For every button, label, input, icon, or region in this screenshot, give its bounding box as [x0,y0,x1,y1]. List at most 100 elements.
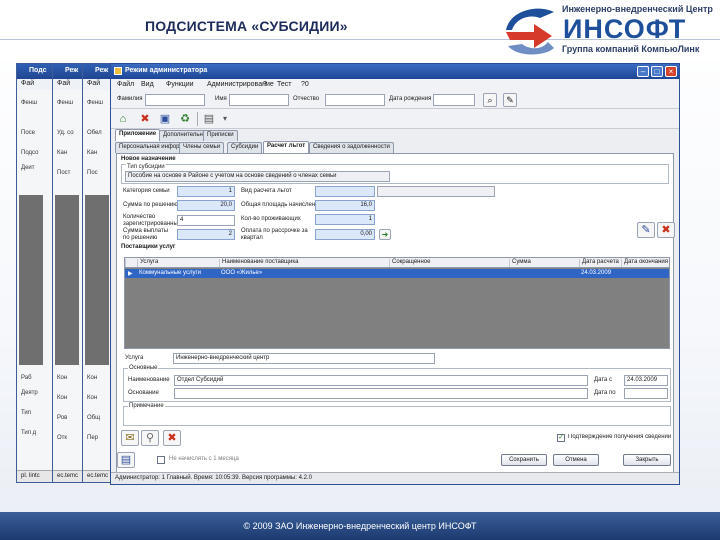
tab-debt-info[interactable]: Сведения о задолженности [309,142,394,153]
save-button[interactable]: Сохранить [501,454,547,466]
table-row[interactable]: ▶ Коммунальные услуги ООО «Жилье» 24.03.… [125,269,669,278]
window-title: Реж [53,64,85,79]
row-provider: ООО «Жилье» [221,270,263,276]
menu-test[interactable]: Тест [277,81,291,88]
label: Фенш [87,100,104,106]
maximize-button[interactable]: □ [651,66,663,77]
column-header[interactable]: Сокращенное [389,259,430,267]
column-header[interactable]: Услуга [137,259,158,267]
patronymic-input[interactable] [325,94,385,106]
print-icon[interactable]: ▤ [201,111,217,127]
date-from-input[interactable]: 24.03.2009 [624,375,668,386]
family-category-label: Категория семьи [123,188,170,194]
side-panel [19,195,43,365]
refresh-icon[interactable]: ♻ [177,111,193,127]
new-assignment-heading: Новое назначение [121,156,176,162]
arrow-icon[interactable]: ▾ [217,111,233,127]
installment-input[interactable]: 0,00 [315,229,375,240]
label: Кон [57,375,68,381]
menu-help[interactable]: ? [263,81,267,88]
subsidy-type-field[interactable]: Пособие на основе в Районе с учетом на о… [125,171,390,182]
admin-window[interactable]: Режим администратора – □ × Файл Вид Функ… [110,63,680,485]
home-icon[interactable]: ⌂ [115,111,131,127]
label: Раб [21,375,32,381]
basis-input[interactable] [174,388,588,399]
label: Кан [57,150,68,156]
delete-icon[interactable]: ✖ [137,111,153,127]
find-user-icon[interactable]: ✎ [503,93,517,107]
delete-service-icon[interactable]: ✖ [163,430,181,446]
tab-application[interactable]: Приложение [115,129,161,141]
label: Пост [57,170,71,176]
document-icon[interactable]: ✉ [121,430,139,446]
save-icon[interactable]: ▣ [157,111,173,127]
footer-text: © 2009 ЗАО Инженерно-внедренческий центр… [243,521,477,531]
label: Кан [87,150,98,156]
cancel-button[interactable]: Отмена [553,454,599,466]
service-input[interactable]: Инженерно-внедренческий центр [173,353,435,364]
search-icon[interactable]: ⌕ [483,93,497,107]
toolbar: ⌂ ✖ ▣ ♻ ▤ ▾ [111,109,679,129]
window-body: Фенш Уд. со Кан Пост Кон Кон Ров Отк [53,90,85,482]
residents-count-label: Кол-во проживающих [241,216,301,222]
menu-file[interactable]: Файл [117,81,134,88]
no-charge-checkbox[interactable] [157,456,165,464]
family-category-input[interactable]: 1 [177,186,235,197]
column-header[interactable]: Дата расчета [579,259,619,267]
registered-count-input[interactable]: 4 [177,215,235,226]
area-label: Общая площадь начисления [241,202,322,208]
income-confirmation-checkbox[interactable]: ✓ [557,434,565,442]
name-input[interactable] [229,94,289,106]
column-header[interactable]: Дата окончания [621,259,668,267]
residents-count-input[interactable]: 1 [315,214,375,225]
calc-type-extra-field[interactable] [377,186,495,197]
close-form-button[interactable]: Закрыть [623,454,671,466]
no-charge-label: Не начислять с 1 месяца [169,456,239,462]
date-to-input[interactable] [624,388,668,399]
tab-notes[interactable]: Приписки [203,130,238,141]
label: Уд. со [57,130,74,136]
status-bar: Администратор: 1 Главный. Время: 10:05:3… [111,472,679,484]
payout-sum-input[interactable]: 2 [177,229,235,240]
menu-extra[interactable]: ?0 [301,81,309,88]
subsidy-form-panel: Новое назначение Тип субсидии Пособие на… [116,153,675,483]
edit-icon[interactable]: ✎ [637,222,655,238]
calc-type-input[interactable] [315,186,375,197]
org-name-input[interactable]: Отдел Субсидий [174,375,588,386]
status-text: Администратор: 1 Главный. Время: 10:05:3… [115,475,312,481]
tab-benefit-calc[interactable]: Расчет льгот [263,141,310,153]
close-button[interactable]: × [665,66,677,77]
services-table: Услуга Наименование поставщика Сокращенн… [124,257,670,349]
minimize-button[interactable]: – [637,66,649,77]
print-form-icon[interactable]: ▤ [117,452,135,468]
menu-functions[interactable]: Функции [166,81,194,88]
table-header: Услуга Наименование поставщика Сокращенн… [125,258,669,268]
surname-input[interactable] [145,94,205,106]
birthdate-label: Дата рождения [389,96,432,102]
apply-icon[interactable]: ➜ [379,229,391,240]
tab-family-members[interactable]: Члены семьи [179,142,225,153]
area-input[interactable]: 16,0 [315,200,375,211]
org-name-label: Наименование [128,377,170,383]
app-icon [114,67,122,75]
decision-sum-input[interactable]: 20,0 [177,200,235,211]
label: Кон [87,395,98,401]
column-header[interactable]: Наименование поставщика [219,259,298,267]
tab-subsidies[interactable]: Субсидии [227,142,263,153]
label: Деятр [21,390,38,396]
notes-label: Примечание [128,403,165,409]
birthdate-input[interactable] [433,94,475,106]
menu-view[interactable]: Вид [141,81,154,88]
notes-group: Примечание [123,403,671,426]
row-pointer-icon: ▶ [128,271,133,277]
row-indicator-header [125,259,137,267]
column-header[interactable]: Сумма [509,259,531,267]
tab-strip-main: Приложение Дополнительные Приписки [111,129,679,141]
attach-icon[interactable]: ⚲ [141,430,159,446]
window-title: Режим администратора [125,67,208,74]
title-bar[interactable]: Режим администратора – □ × [111,64,679,79]
background-window-1[interactable]: Подс Фай Фенш Посе Подсо Деит Раб Деятр … [16,63,56,483]
background-window-2[interactable]: Реж Фай Фенш Уд. со Кан Пост Кон Кон Ров… [52,63,86,483]
insoft-logo: Инженерно-внедренческий Центр ИНСОФТ Гру… [500,2,718,58]
remove-icon[interactable]: ✖ [657,222,675,238]
